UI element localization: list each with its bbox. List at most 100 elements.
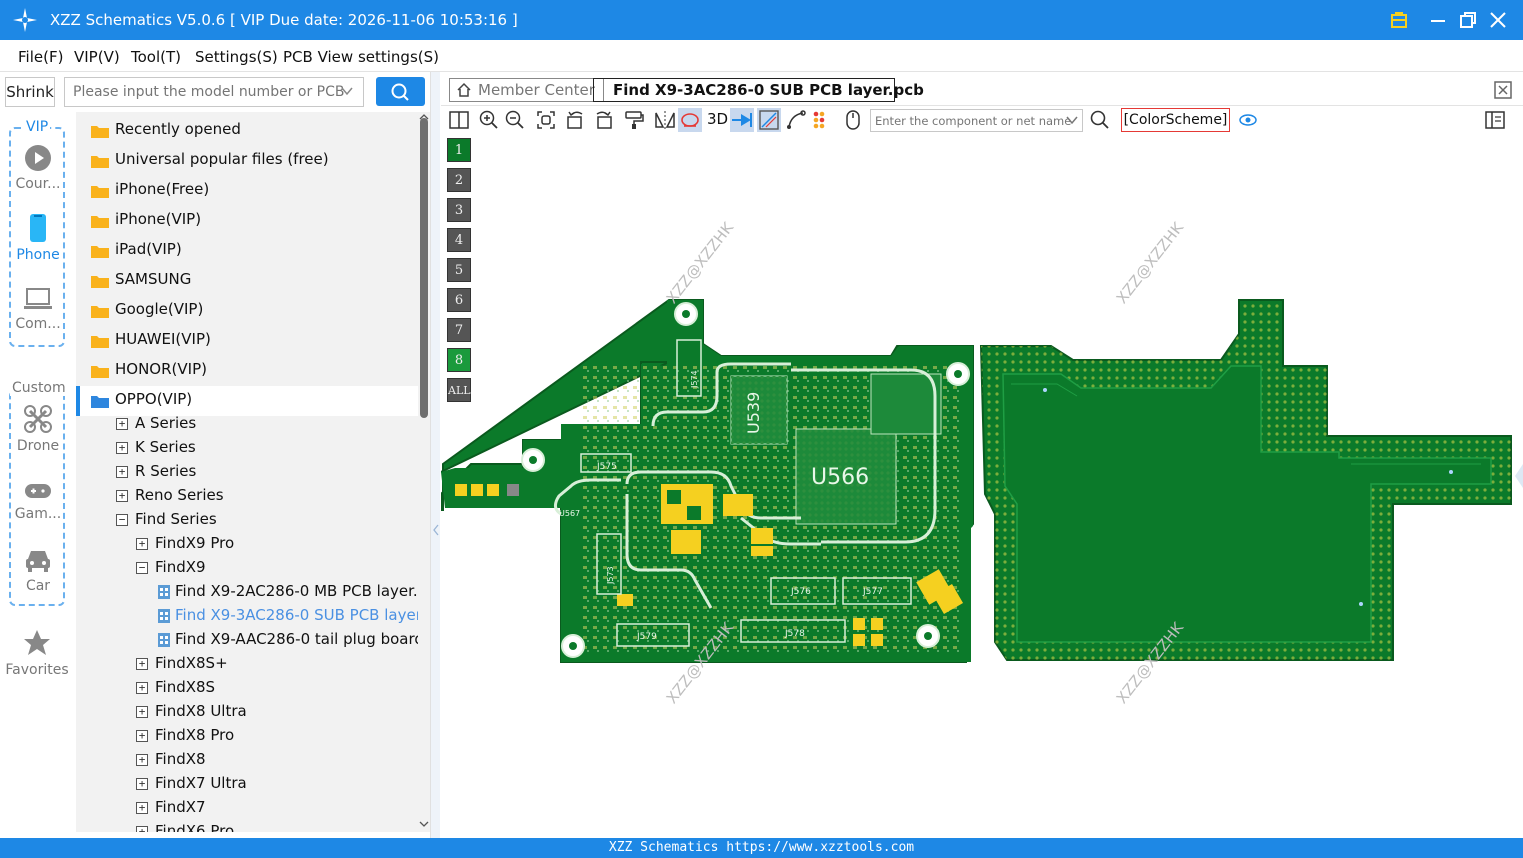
tree-model[interactable]: + FindX8 Pro — [76, 724, 418, 748]
expand-icon[interactable]: + — [136, 682, 148, 694]
component-search-input[interactable] — [870, 109, 1083, 132]
tree-model[interactable]: + FindX8 Ultra — [76, 700, 418, 724]
trace-route-icon[interactable] — [785, 109, 807, 131]
expand-icon[interactable]: + — [136, 826, 148, 832]
mirror-icon[interactable] — [654, 109, 676, 131]
side-panel-icon[interactable] — [1484, 109, 1506, 131]
menu-pcb-view-settings[interactable]: PCB View settings(S) — [283, 48, 439, 66]
tree-model[interactable]: + FindX7 Ultra — [76, 772, 418, 796]
rail-drone[interactable]: Drone — [6, 404, 70, 454]
tree-folder[interactable]: iPhone(VIP) — [76, 206, 418, 236]
collapse-icon[interactable]: − — [116, 514, 128, 526]
close-tab-icon[interactable] — [1493, 80, 1513, 100]
component-dropdown-icon[interactable] — [1065, 114, 1079, 126]
color-scheme-button[interactable]: [ColorScheme] — [1121, 108, 1230, 132]
tree-model[interactable]: + FindX6 Pro — [76, 820, 418, 832]
tab-member-center[interactable]: Member Center — [449, 78, 604, 102]
scroll-up-icon[interactable] — [419, 114, 429, 120]
search-button[interactable] — [376, 77, 425, 106]
pcb-board-view[interactable]: U566 U539 J575 J576 J577 J578 J579 U567 … — [441, 134, 1523, 838]
mouse-icon[interactable] — [842, 109, 864, 131]
menu-tool[interactable]: Tool(T) — [131, 48, 181, 66]
tree-file[interactable]: Find X9-2AC286-0 MB PCB layer.pcb — [76, 580, 418, 604]
tree-model[interactable]: + FindX8S — [76, 676, 418, 700]
expand-icon[interactable]: + — [116, 490, 128, 502]
rail-car[interactable]: Car — [6, 546, 70, 594]
tree-model[interactable]: − FindX9 — [76, 556, 418, 580]
tree-model-label: FindX8 — [155, 750, 206, 768]
tree-folder[interactable]: Universal popular files (free) — [76, 146, 418, 176]
expand-icon[interactable]: + — [116, 442, 128, 454]
tab-active-file[interactable]: Find X9-3AC286-0 SUB PCB layer.pcb — [593, 78, 924, 102]
tree-series[interactable]: + K Series — [76, 436, 418, 460]
collapse-left-icon[interactable] — [432, 524, 440, 536]
model-search-input[interactable] — [64, 77, 364, 107]
tree-file[interactable]: Find X9-3AC286-0 SUB PCB layer.pcb — [76, 604, 418, 628]
title-bar: XZZ Schematics V5.0.6 [ VIP Due date: 20… — [0, 0, 1523, 40]
fit-view-icon[interactable] — [535, 109, 557, 131]
rotate-left-icon[interactable] — [565, 109, 587, 131]
net-highlight-icon[interactable] — [679, 109, 701, 131]
panel-splitter[interactable] — [430, 72, 440, 838]
pcb-file-icon — [158, 585, 170, 599]
zoom-in-icon[interactable] — [478, 109, 500, 131]
format-painter-icon[interactable] — [623, 109, 645, 131]
tree-file[interactable]: Find X9-AAC286-0 tail plug board PCB — [76, 628, 418, 652]
tree-model[interactable]: + FindX8S+ — [76, 652, 418, 676]
3d-button[interactable]: 3D — [707, 110, 728, 128]
zoom-out-icon[interactable] — [504, 109, 526, 131]
tree-file-label: Find X9-3AC286-0 SUB PCB layer.pcb — [175, 606, 418, 624]
collapse-icon[interactable]: − — [136, 562, 148, 574]
rail-favorites[interactable]: Favorites — [0, 628, 74, 678]
menu-settings[interactable]: Settings(S) — [195, 48, 278, 66]
probe-icon[interactable] — [731, 109, 753, 131]
chevron-down-icon[interactable] — [340, 84, 354, 98]
tree-model[interactable]: + FindX7 — [76, 796, 418, 820]
split-view-icon[interactable] — [448, 109, 470, 131]
rail-games[interactable]: Gam... — [6, 480, 70, 522]
component-search-icon[interactable] — [1089, 109, 1111, 131]
close-icon[interactable] — [1486, 8, 1510, 32]
tree-model[interactable]: + FindX8 — [76, 748, 418, 772]
restore-icon[interactable] — [1456, 8, 1480, 32]
tree-model[interactable]: + FindX9 Pro — [76, 532, 418, 556]
tree-scroll-thumb[interactable] — [420, 118, 428, 418]
rotate-right-icon[interactable] — [592, 109, 614, 131]
tree-series[interactable]: + Reno Series — [76, 484, 418, 508]
visibility-icon[interactable] — [1237, 109, 1259, 131]
expand-icon[interactable]: + — [136, 730, 148, 742]
menu-vip[interactable]: VIP(V) — [74, 48, 120, 66]
tree-folder[interactable]: Google(VIP) — [76, 296, 418, 326]
expand-icon[interactable]: + — [136, 778, 148, 790]
tree-series[interactable]: + A Series — [76, 412, 418, 436]
tree-folder[interactable]: iPhone(Free) — [76, 176, 418, 206]
vip-caption: VIP — [24, 119, 51, 135]
tree-folder[interactable]: HUAWEI(VIP) — [76, 326, 418, 356]
expand-icon[interactable]: + — [136, 802, 148, 814]
expand-icon[interactable]: + — [116, 418, 128, 430]
vip-bag-icon[interactable] — [1387, 8, 1411, 32]
tree-series[interactable]: + R Series — [76, 460, 418, 484]
minimize-icon[interactable] — [1426, 8, 1450, 32]
expand-icon[interactable]: + — [116, 466, 128, 478]
expand-icon[interactable]: + — [136, 538, 148, 550]
tree-scrollbar[interactable] — [418, 112, 430, 832]
menu-file[interactable]: File(F) — [18, 48, 63, 66]
rail-courses[interactable]: Cour... — [6, 144, 70, 192]
tree-folder[interactable]: HONOR(VIP) — [76, 356, 418, 386]
tree-folder[interactable]: Recently opened — [76, 116, 418, 146]
tree-folder[interactable]: iPad(VIP) — [76, 236, 418, 266]
pcb-canvas[interactable]: 1 2 3 4 5 6 7 8 ALL U566 U539 J575 J576 … — [441, 134, 1523, 838]
shrink-button[interactable]: Shrink — [5, 77, 55, 107]
rail-computer[interactable]: Com... — [6, 286, 70, 332]
expand-icon[interactable]: + — [136, 754, 148, 766]
expand-icon[interactable]: + — [136, 706, 148, 718]
expand-icon[interactable]: + — [136, 658, 148, 670]
area-select-icon[interactable] — [758, 109, 780, 131]
expand-right-icon[interactable] — [1513, 464, 1523, 488]
tree-folder[interactable]: SAMSUNG — [76, 266, 418, 296]
pins-icon[interactable] — [811, 109, 833, 131]
scroll-down-icon[interactable] — [419, 821, 429, 827]
rail-phone[interactable]: Phone — [6, 213, 70, 263]
tree-series[interactable]: − Find Series — [76, 508, 418, 532]
